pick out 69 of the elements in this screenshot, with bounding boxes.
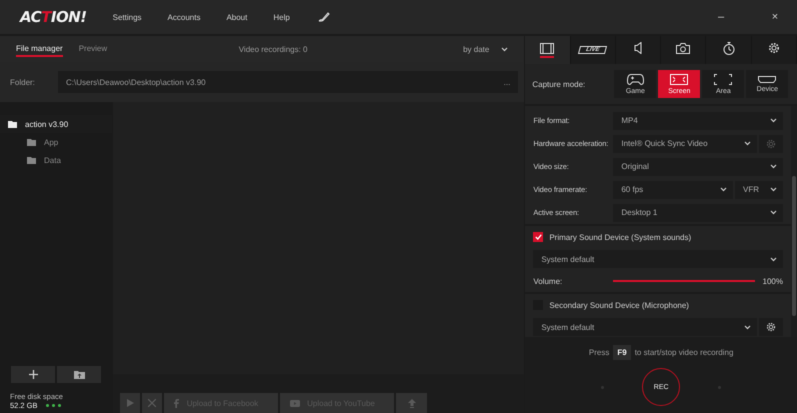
folder-icon [27, 138, 36, 146]
chevron-icon [770, 187, 777, 192]
recordings-count: Video recordings: 0 [238, 44, 309, 54]
hdmi-device-icon [758, 76, 776, 82]
chevron-icon [770, 256, 777, 262]
dropdown[interactable]: 60 fps [613, 180, 733, 198]
menu-item[interactable]: About [226, 12, 248, 22]
close-button[interactable]: × [761, 7, 789, 27]
folder-icon [8, 120, 17, 128]
menu-item[interactable]: Accounts [168, 12, 200, 22]
folder-label: Folder: [10, 78, 36, 86]
disk-status-icon [46, 404, 61, 407]
dropdown[interactable]: Original [613, 158, 783, 176]
upload-arrow-icon [408, 398, 416, 408]
folder-tree-item[interactable]: App [0, 133, 112, 151]
chevron-icon [770, 164, 777, 169]
settings-icon [766, 322, 776, 332]
menu-item[interactable]: Help [273, 12, 290, 22]
folder-tree-item[interactable]: Data [0, 151, 112, 169]
dropdown[interactable]: System default [533, 318, 757, 336]
capture-mode-label: Capture mode: [532, 80, 586, 88]
chevron-icon [770, 118, 777, 123]
facebook-icon [174, 398, 179, 408]
open-folder-button[interactable] [57, 366, 101, 383]
sort-dropdown[interactable]: by date [463, 44, 508, 54]
dropdown[interactable]: VFR [735, 180, 783, 198]
fullscreen-icon [670, 74, 688, 84]
checkbox-label: Secondary Sound Device (Microphone) [549, 300, 689, 310]
settings-tab[interactable] [616, 36, 662, 64]
area-select-icon [714, 74, 732, 84]
hotkey-text: to start/stop video recording [634, 348, 734, 357]
dropdown[interactable]: Intel® Quick Sync Video [613, 134, 757, 152]
play-icon [126, 399, 134, 407]
film-icon [540, 42, 554, 58]
minimize-button[interactable]: – [707, 7, 735, 27]
pen-icon[interactable] [318, 12, 330, 22]
tab[interactable]: Preview [78, 41, 108, 57]
chevron-icon [501, 46, 508, 52]
chevron-icon [720, 187, 727, 192]
volume-reading: 100% [762, 276, 783, 286]
chevron-icon [744, 141, 751, 146]
checkbox[interactable] [533, 232, 544, 242]
hotkey-text: Press [588, 348, 610, 357]
close-icon [148, 399, 156, 407]
chevron-icon [770, 210, 777, 215]
settings-tab[interactable] [661, 36, 706, 64]
folder-icon [27, 156, 36, 164]
gamepad-icon [626, 74, 644, 84]
dropdown[interactable]: MP4 [613, 112, 783, 130]
hotkey-key: F9 [613, 345, 631, 360]
volume-label: Volume: [533, 276, 564, 286]
scrollbar[interactable] [791, 106, 797, 337]
settings-tab[interactable] [706, 36, 752, 64]
settings-button[interactable] [759, 318, 783, 336]
chevron-icon [744, 324, 751, 330]
folder-upload-icon [74, 370, 84, 379]
youtube-icon [290, 400, 300, 406]
add-button[interactable] [11, 366, 55, 383]
checkbox-label: Primary Sound Device (System sounds) [549, 232, 692, 242]
plus-icon [28, 370, 38, 379]
menu-item[interactable]: Settings [112, 12, 142, 22]
folder-path-field[interactable]: C:\Users\Deawoo\Desktop\action v3.90 ... [58, 71, 518, 93]
settings-icon [766, 138, 776, 148]
settings-tab[interactable] [752, 36, 797, 64]
tab[interactable]: File manager [16, 41, 63, 57]
dropdown[interactable]: Desktop 1 [613, 204, 783, 222]
dropdown[interactable]: System default [533, 250, 783, 268]
app-logo: ACTION! [20, 8, 87, 26]
browse-button[interactable]: ... [504, 78, 510, 86]
